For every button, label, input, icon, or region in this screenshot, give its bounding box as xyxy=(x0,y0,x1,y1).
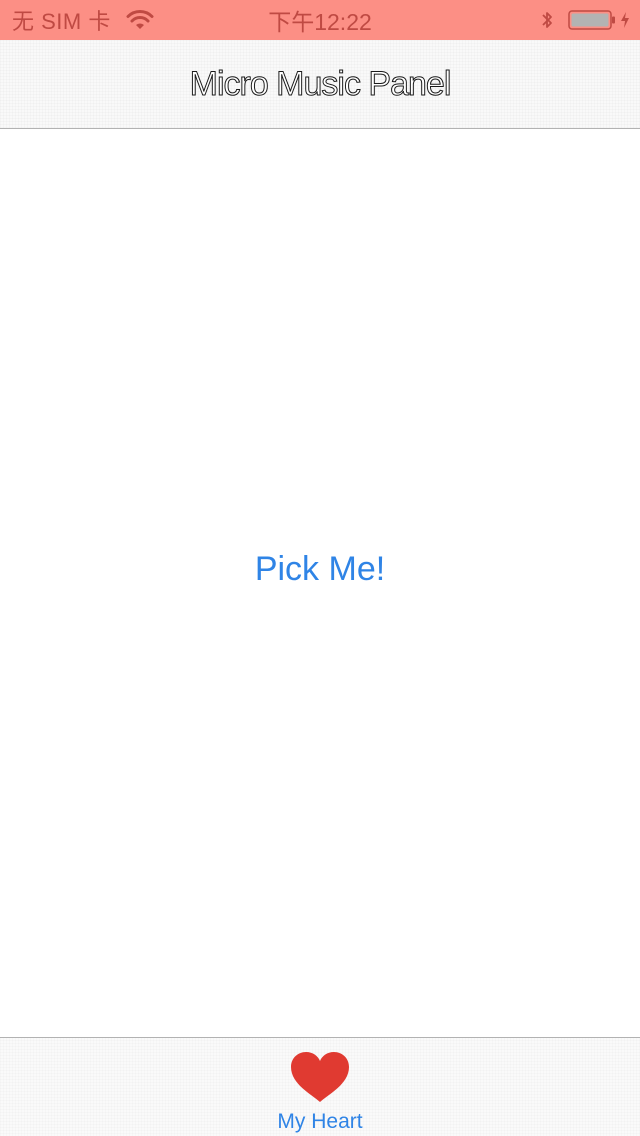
charging-bolt-icon xyxy=(621,12,629,28)
tab-my-heart[interactable]: My Heart xyxy=(240,1038,400,1136)
pick-me-button[interactable]: Pick Me! xyxy=(200,539,440,599)
main-content: Pick Me! xyxy=(0,129,640,1037)
status-left: 无 SIM 卡 xyxy=(12,0,155,40)
status-bar: 无 SIM 卡 下午12:22 xyxy=(0,0,640,40)
tab-bar: My Heart xyxy=(0,1037,640,1136)
tab-label-my-heart: My Heart xyxy=(277,1110,363,1133)
wifi-icon xyxy=(126,10,154,29)
app-screen: 无 SIM 卡 下午12:22 Micro Music Panel Pick M… xyxy=(0,0,640,1136)
heart-icon xyxy=(291,1052,349,1102)
navigation-bar: Micro Music Panel xyxy=(0,40,640,129)
status-right xyxy=(540,0,630,40)
bluetooth-icon xyxy=(542,12,552,28)
battery-icon xyxy=(568,10,615,30)
page-title: Micro Music Panel xyxy=(189,64,452,103)
carrier-label: 无 SIM 卡 xyxy=(12,9,111,34)
